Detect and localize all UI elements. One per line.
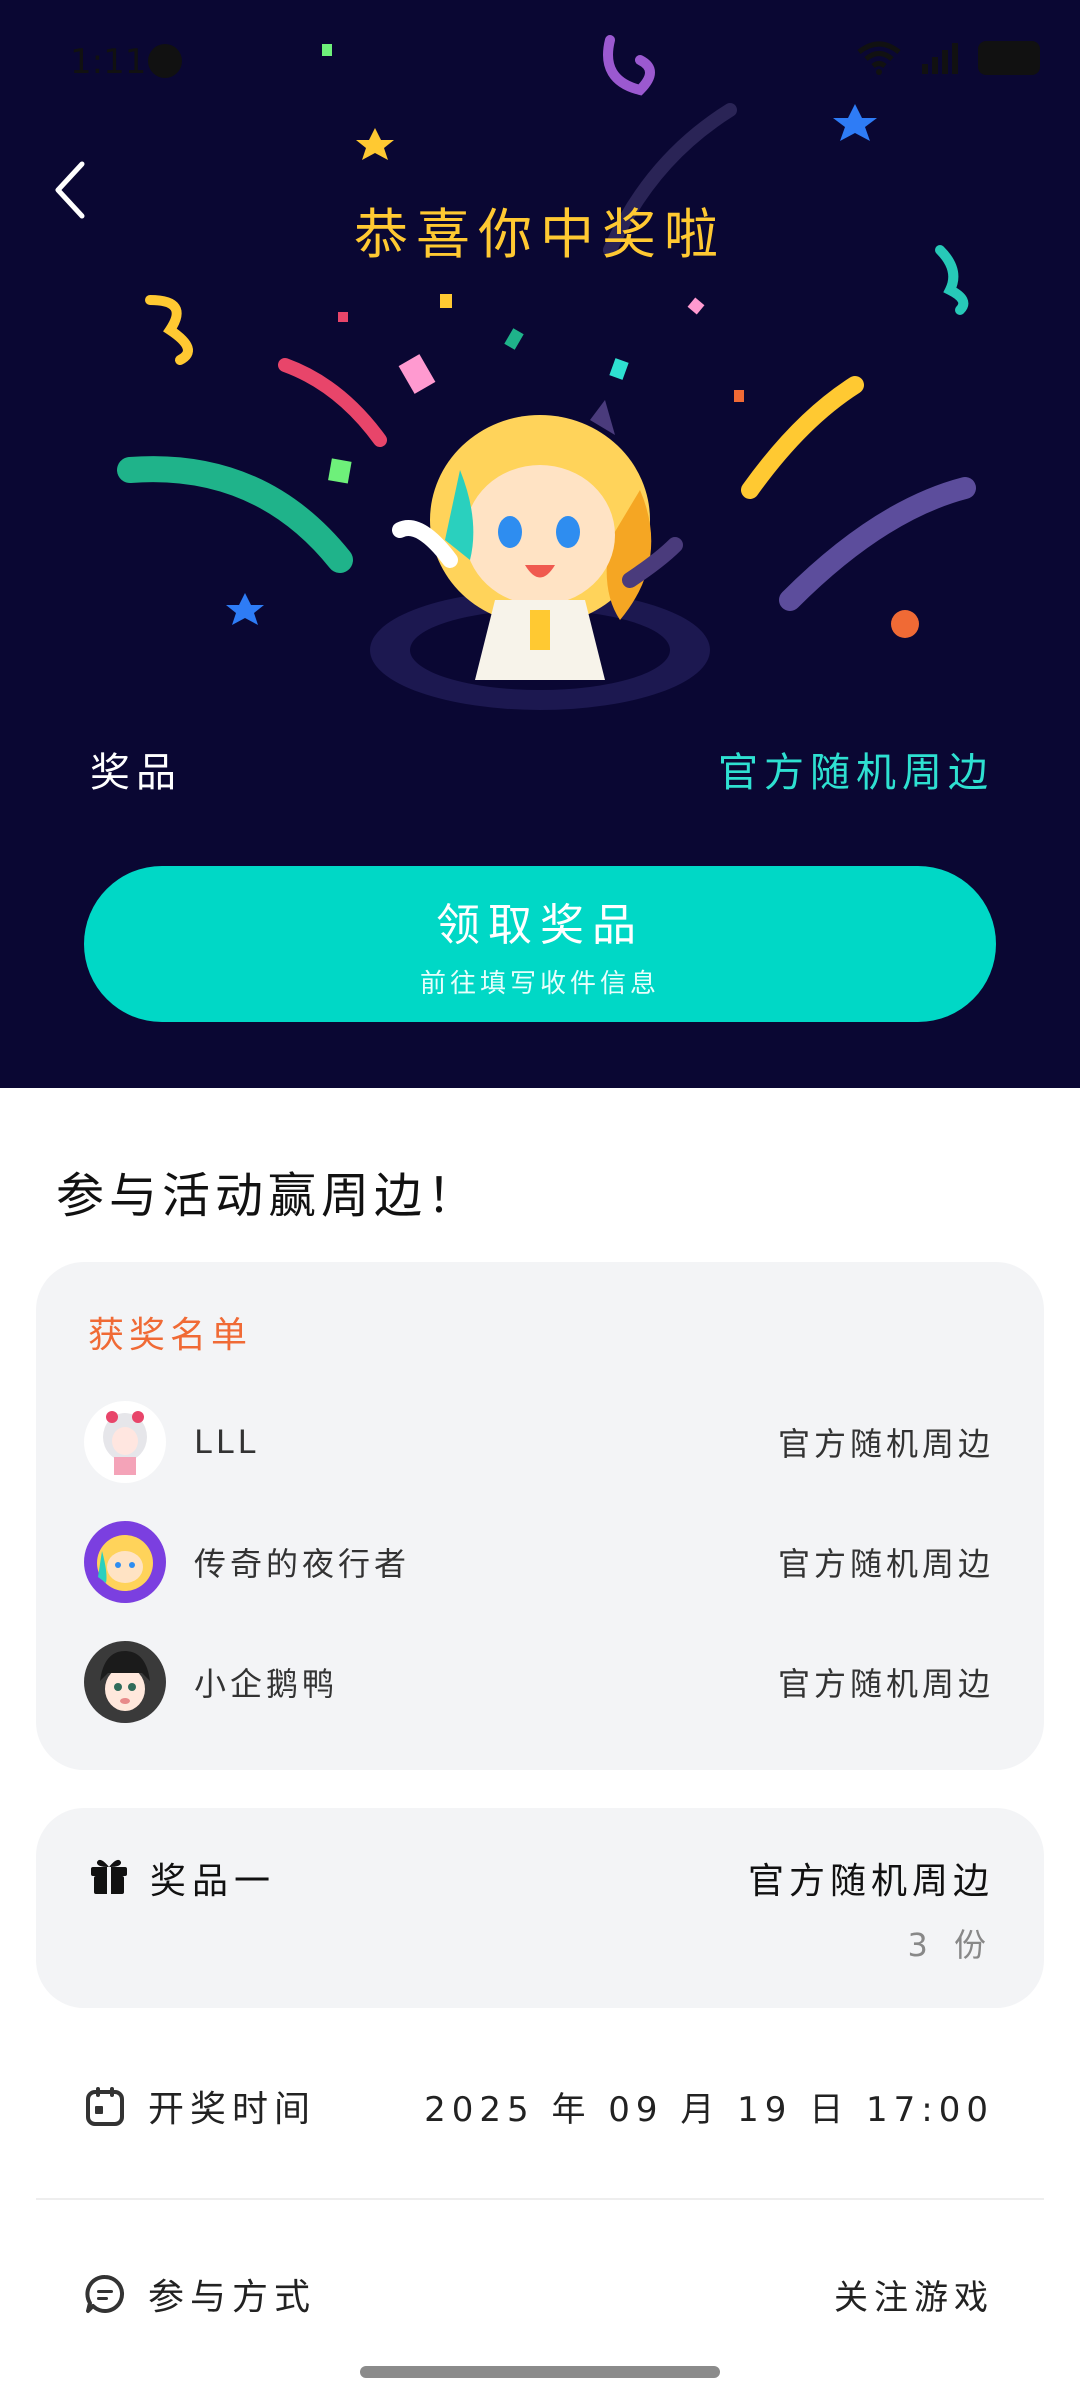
participation-label: 参与方式 (148, 2277, 317, 2318)
draw-time-label: 开奖时间 (148, 2089, 317, 2130)
dark-hair-avatar[interactable] (84, 1641, 166, 1723)
page-title: 恭喜你中奖啦 (354, 203, 726, 266)
draw-time-row: 开奖时间 2025 年 09 月 19 日 17:00 (84, 2076, 994, 2136)
anime-girl-avatar[interactable] (84, 1401, 166, 1483)
claim-button-label: 领取奖品 (436, 899, 644, 951)
winner-prize: 官方随机周边 (777, 1545, 994, 1583)
chat-icon (85, 2274, 125, 2313)
section-title: 参与活动赢周边！ (56, 1168, 481, 1224)
winners-card: 获奖名单 LLL 官方随机周边 传奇的夜行者 官方随机周边 小企鹅鸭 官方随机周… (36, 1262, 1044, 1770)
calendar-icon (86, 2087, 124, 2126)
mascot-illustration (370, 400, 710, 710)
hero-banner: 1:11 恭喜你中奖啦 奖品 官方随机周边 领取奖品 前往填写收件信息 (0, 0, 1080, 1088)
winner-name: 小企鹅鸭 (194, 1665, 339, 1703)
claim-prize-button[interactable]: 领取奖品 前往填写收件信息 (84, 866, 996, 1022)
winner-prize: 官方随机周边 (777, 1425, 994, 1463)
winner-row[interactable]: 传奇的夜行者 官方随机周边 (84, 1520, 994, 1604)
participation-value[interactable]: 关注游戏 (834, 2270, 994, 2319)
winners-title: 获奖名单 (88, 1315, 253, 1356)
mascot-avatar[interactable] (84, 1521, 166, 1603)
participation-row[interactable]: 参与方式 关注游戏 (84, 2264, 994, 2324)
winner-prize: 官方随机周边 (777, 1665, 994, 1703)
winner-name: LLL (194, 1423, 260, 1461)
prize-name: 奖品一 (150, 1861, 277, 1902)
divider (36, 2198, 1044, 2200)
winner-row[interactable]: LLL 官方随机周边 (84, 1400, 994, 1484)
claim-button-sublabel: 前往填写收件信息 (419, 968, 660, 999)
prize-value: 官方随机周边 (718, 750, 994, 796)
prize-card: 奖品一 官方随机周边 3 份 (36, 1808, 1044, 2008)
prize-card-value: 官方随机周边 (747, 1861, 994, 1902)
winner-row[interactable]: 小企鹅鸭 官方随机周边 (84, 1640, 994, 1724)
prize-label: 奖品 (90, 750, 182, 796)
gift-icon (91, 1859, 127, 1894)
winner-name: 传奇的夜行者 (194, 1545, 411, 1583)
home-indicator[interactable] (360, 2366, 720, 2378)
prize-count: 3 份 (907, 1926, 994, 1964)
draw-time-value: 2025 年 09 月 19 日 17:00 (424, 2089, 994, 2130)
